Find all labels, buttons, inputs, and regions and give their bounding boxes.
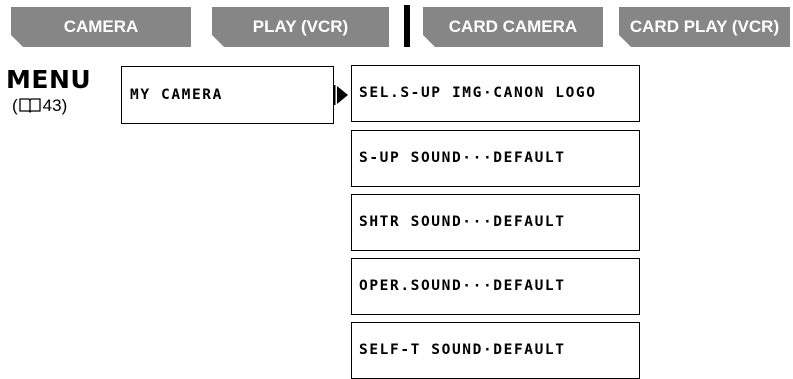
submenu-my-camera: MY CAMERA bbox=[121, 66, 334, 124]
tab-play-vcr: PLAY (VCR) bbox=[212, 7, 389, 47]
arrow-right-icon bbox=[333, 85, 348, 105]
book-icon bbox=[19, 98, 41, 113]
setting-operation-sound: OPER.SOUND···DEFAULT bbox=[351, 258, 640, 315]
menu-heading: MENU bbox=[6, 65, 92, 94]
setting-self-timer-sound: SELF-T SOUND·DEFAULT bbox=[351, 322, 640, 379]
setting-shutter-sound: SHTR SOUND···DEFAULT bbox=[351, 194, 640, 251]
tab-card-camera: CARD CAMERA bbox=[423, 7, 603, 47]
tab-camera: CAMERA bbox=[11, 7, 191, 47]
setting-start-up-sound: S-UP SOUND···DEFAULT bbox=[351, 130, 640, 187]
mode-divider bbox=[404, 5, 410, 47]
menu-page-reference: ( 43) bbox=[12, 96, 67, 116]
ref-open-paren: ( bbox=[12, 96, 18, 115]
tab-card-play-vcr: CARD PLAY (VCR) bbox=[619, 7, 790, 47]
ref-page-number: 43) bbox=[42, 96, 68, 115]
setting-start-up-image: SEL.S-UP IMG·CANON LOGO bbox=[351, 65, 640, 122]
